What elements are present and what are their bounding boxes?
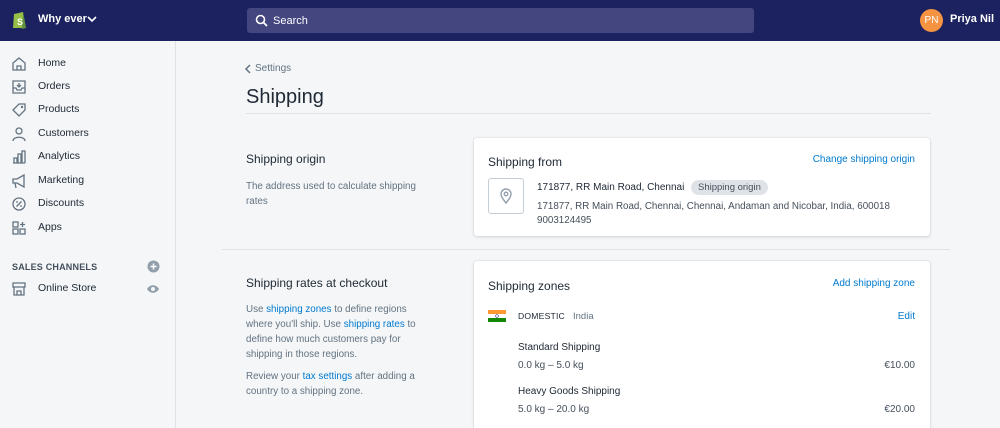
chevron-down-icon[interactable]	[87, 15, 97, 23]
desc-text: Use	[246, 304, 267, 315]
person-icon	[12, 127, 26, 142]
section-divider	[222, 249, 950, 250]
search-placeholder: Search	[273, 15, 308, 27]
rates-section-tax-note: Review your tax settings after adding a …	[246, 369, 436, 399]
orders-icon	[12, 80, 26, 94]
sidebar-item-orders[interactable]: Orders	[0, 76, 175, 98]
search-bar[interactable]: Search	[247, 8, 754, 33]
tax-settings-link[interactable]: tax settings	[303, 371, 353, 382]
sidebar-item-label: Apps	[38, 221, 62, 233]
card-title: Shipping zones	[488, 279, 571, 293]
sidebar-item-marketing[interactable]: Marketing	[0, 170, 175, 192]
rates-section-description: Use shipping zones to define regions whe…	[246, 302, 436, 362]
rates-section-title: Shipping rates at checkout	[246, 276, 388, 290]
store-name[interactable]: Why ever	[38, 13, 87, 25]
breadcrumb-label: Settings	[255, 63, 292, 74]
sidebar-item-discounts[interactable]: Discounts	[0, 193, 175, 215]
sidebar-item-label: Orders	[38, 80, 71, 92]
origin-phone: 9003124495	[537, 215, 592, 226]
avatar[interactable]: PN	[920, 9, 943, 32]
sidebar-item-analytics[interactable]: Analytics	[0, 146, 175, 168]
sidebar-item-label: Marketing	[38, 174, 85, 186]
rate-price: €10.00	[884, 360, 915, 371]
sidebar-item-label: Discounts	[38, 197, 85, 209]
title-divider	[246, 113, 931, 114]
sidebar-item-label: Customers	[38, 127, 89, 139]
sidebar-item-label: Online Store	[38, 282, 97, 294]
shopify-logo-icon[interactable]: S	[11, 10, 28, 30]
rate-weight-range: 0.0 kg – 5.0 kg	[518, 360, 584, 371]
sidebar: Home Orders Products Customers Analytics…	[0, 41, 176, 428]
rate-name: Heavy Goods Shipping	[518, 386, 621, 397]
card-title: Shipping from	[488, 155, 563, 169]
origin-address-name: 171877, RR Main Road, Chennai	[537, 182, 685, 193]
sidebar-item-apps[interactable]: Apps	[0, 217, 175, 239]
shipping-rates-link[interactable]: shipping rates	[344, 319, 405, 330]
origin-section-description: The address used to calculate shipping r…	[246, 181, 416, 207]
svg-text:S: S	[17, 17, 23, 27]
zone-type: DOMESTIC	[518, 311, 565, 321]
apps-icon	[12, 221, 26, 235]
zone-country: India	[573, 311, 594, 322]
home-icon	[12, 57, 26, 71]
sidebar-item-label: Analytics	[38, 150, 81, 162]
tag-icon	[12, 103, 26, 117]
shipping-zones-card: Shipping zones Add shipping zone DOMESTI…	[474, 261, 930, 428]
status-badge: Shipping origin	[691, 180, 768, 195]
origin-section-title: Shipping origin	[246, 152, 326, 166]
sidebar-item-products[interactable]: Products	[0, 99, 175, 121]
chevron-left-icon	[244, 64, 251, 74]
sidebar-item-home[interactable]: Home	[0, 53, 175, 75]
sidebar-item-customers[interactable]: Customers	[0, 123, 175, 145]
top-bar: S Why ever Search PN Priya Nil	[0, 0, 1000, 41]
rate-name: Standard Shipping	[518, 342, 601, 353]
megaphone-icon	[12, 173, 25, 189]
sidebar-item-label: Home	[38, 57, 67, 69]
store-icon	[12, 282, 26, 296]
rate-price: €20.00	[884, 404, 915, 415]
edit-zone-link[interactable]: Edit	[898, 311, 915, 322]
add-shipping-zone-link[interactable]: Add shipping zone	[833, 278, 915, 289]
sales-channels-heading: SALES CHANNELS	[12, 262, 98, 272]
search-icon	[255, 14, 268, 27]
change-shipping-origin-link[interactable]: Change shipping origin	[813, 154, 915, 165]
discount-icon	[12, 197, 26, 211]
location-pin-icon	[500, 188, 512, 204]
desc-text: Review your	[246, 371, 303, 382]
location-thumbnail	[488, 178, 524, 214]
eye-icon[interactable]	[146, 284, 160, 294]
user-name[interactable]: Priya Nil	[950, 13, 994, 25]
india-flag-icon	[488, 310, 506, 322]
bar-chart-icon	[13, 150, 26, 164]
shipping-from-card: Shipping from Change shipping origin 171…	[474, 138, 930, 236]
origin-address-full: 171877, RR Main Road, Chennai, Chennai, …	[537, 201, 890, 212]
shipping-zones-link[interactable]: shipping zones	[266, 304, 331, 315]
page-title: Shipping	[246, 86, 324, 108]
sidebar-item-label: Products	[38, 103, 80, 115]
add-channel-icon[interactable]	[147, 260, 160, 273]
rate-weight-range: 5.0 kg – 20.0 kg	[518, 404, 590, 415]
